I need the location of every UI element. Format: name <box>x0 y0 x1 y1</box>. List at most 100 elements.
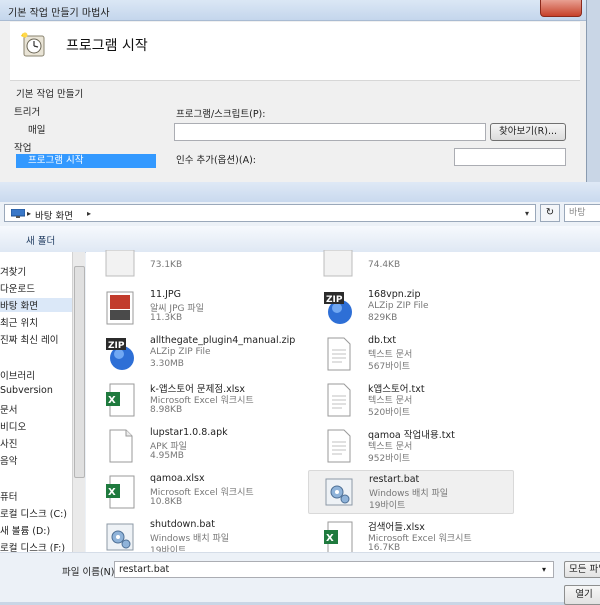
zip-file-icon: ZIP <box>324 292 352 324</box>
nav-item-drive-c[interactable]: 로컬 디스크 (C:) <box>0 506 67 520</box>
file-size: 11.3KB <box>150 313 183 323</box>
nav-item-computer[interactable]: 퓨터 <box>0 489 17 503</box>
file-name: db.txt <box>368 335 397 346</box>
file-name: 11.JPG <box>150 289 182 300</box>
file-size: 19바이트 <box>369 501 406 511</box>
chevron-right-icon[interactable]: ▸ <box>27 209 31 218</box>
filename-label: 파일 이름(N): <box>62 567 118 578</box>
refresh-button[interactable]: ↻ <box>540 204 560 222</box>
wizard-titlebar: 기본 작업 만들기 마법사 <box>0 0 586 21</box>
address-path[interactable]: 바탕 화면 <box>35 208 73 222</box>
nav-item-libraries[interactable]: 이브러리 <box>0 368 35 382</box>
step-create-basic-task[interactable]: 기본 작업 만들기 <box>16 86 83 100</box>
list-item[interactable]: db.txt 텍스트 문서 567바이트 <box>308 332 514 376</box>
list-item[interactable]: lupstar1.0.8.apk APK 파일 4.95MB <box>90 424 290 468</box>
scrollbar-thumb[interactable] <box>74 266 85 478</box>
file-open-dialog: ▸ 바탕 화면 ▸ ▾ ↻ 바탕 새 폴더 겨찾기 다운로드 바탕 화면 최근 … <box>0 182 600 605</box>
image-file-icon <box>323 250 353 277</box>
address-bar[interactable]: ▸ 바탕 화면 ▸ ▾ <box>4 204 536 222</box>
search-input[interactable]: 바탕 <box>564 204 600 222</box>
text-file-icon <box>327 383 351 417</box>
image-file-icon <box>105 250 135 277</box>
wizard-header: 프로그램 시작 <box>10 22 580 81</box>
step-daily[interactable]: 매일 <box>28 122 45 136</box>
chevron-right-icon[interactable]: ▸ <box>87 209 91 218</box>
program-script-label: 프로그램/스크립트(P): <box>176 109 266 120</box>
file-size: 3.30MB <box>150 359 184 369</box>
list-item-selected[interactable]: restart.bat Windows 배치 파일 19바이트 <box>308 470 514 514</box>
nav-item-downloads[interactable]: 다운로드 <box>0 281 35 295</box>
list-item[interactable]: k앱스토어.txt 텍스트 문서 520바이트 <box>308 378 514 422</box>
close-icon[interactable] <box>540 0 582 17</box>
nav-item-drive-d[interactable]: 새 볼륨 (D:) <box>0 523 50 537</box>
file-type: ALZip ZIP File <box>368 301 429 311</box>
browse-button[interactable]: 찾아보기(R)... <box>490 123 566 141</box>
file-name: shutdown.bat <box>150 519 215 530</box>
new-folder-button[interactable]: 새 폴더 <box>26 233 55 247</box>
file-size: 73.1KB <box>150 260 183 270</box>
list-item[interactable]: X k-앱스토어 문제점.xlsx Microsoft Excel 워크시트 8… <box>90 378 290 422</box>
step-action[interactable]: 작업 <box>14 140 31 154</box>
excel-file-icon: X <box>324 521 353 555</box>
nav-item-pictures[interactable]: 사진 <box>0 436 17 450</box>
list-item[interactable]: qamoa 작업내용.txt 텍스트 문서 952바이트 <box>308 424 514 468</box>
navigation-scrollbar[interactable] <box>72 252 85 552</box>
dialog-footer: 파일 이름(N): restart.bat ▾ 모든 파일 열기 <box>0 552 600 605</box>
nav-item-desktop[interactable]: 바탕 화면 <box>0 298 72 312</box>
list-item[interactable]: X qamoa.xlsx Microsoft Excel 워크시트 10.8KB <box>90 470 290 514</box>
batch-file-icon <box>325 478 353 506</box>
nav-item-favorites[interactable]: 겨찾기 <box>0 264 26 278</box>
nav-item-recent-places[interactable]: 최근 위치 <box>0 315 38 329</box>
file-name: qamoa.xlsx <box>150 473 205 484</box>
svg-text:X: X <box>108 395 116 406</box>
dialog-titlebar <box>0 182 600 202</box>
file-size: 520바이트 <box>368 408 411 418</box>
text-file-icon <box>327 429 351 463</box>
blank-file-icon <box>109 429 133 463</box>
step-start-program[interactable]: 프로그램 시작 <box>16 154 156 168</box>
file-size: 567바이트 <box>368 362 411 372</box>
batch-file-icon <box>106 523 134 551</box>
list-item[interactable]: 73.1KB <box>90 242 290 286</box>
arguments-label: 인수 추가(옵션)(A): <box>176 155 256 166</box>
arguments-input[interactable] <box>454 148 566 166</box>
svg-text:X: X <box>108 487 116 498</box>
file-name: lupstar1.0.8.apk <box>150 427 228 438</box>
open-button[interactable]: 열기 <box>564 585 600 605</box>
wizard-steps: 기본 작업 만들기 트리거 매일 작업 프로그램 시작 <box>10 82 160 182</box>
nav-item-documents[interactable]: 문서 <box>0 402 17 416</box>
list-item[interactable]: 11.JPG 알씨 JPG 파일 11.3KB <box>90 286 290 330</box>
wizard-title: 기본 작업 만들기 마법사 <box>8 8 110 19</box>
list-item[interactable]: 74.4KB <box>308 242 514 286</box>
nav-item-music[interactable]: 음악 <box>0 453 17 467</box>
clock-icon <box>21 32 45 57</box>
nav-item-videos[interactable]: 비디오 <box>0 419 26 433</box>
file-name: allthegate_plugin4_manual.zip <box>150 335 296 346</box>
file-name: restart.bat <box>369 474 420 485</box>
file-name: 168vpn.zip <box>368 289 421 300</box>
excel-file-icon: X <box>106 383 135 417</box>
step-trigger[interactable]: 트리거 <box>14 104 40 118</box>
chevron-down-icon[interactable]: ▾ <box>542 565 546 574</box>
desktop-icon <box>11 209 25 218</box>
file-type-filter[interactable]: 모든 파일 <box>564 561 600 578</box>
list-item[interactable]: ZIP 168vpn.zip ALZip ZIP File 829KB <box>308 286 514 330</box>
filename-input[interactable]: restart.bat <box>114 561 554 578</box>
task-wizard-window: 기본 작업 만들기 마법사 프로그램 시작 기본 작업 만들기 트리거 매일 작… <box>0 0 587 182</box>
svg-text:ZIP: ZIP <box>108 341 125 351</box>
svg-text:X: X <box>326 533 334 544</box>
chevron-down-icon[interactable]: ▾ <box>525 209 529 218</box>
jpg-file-icon <box>106 291 134 325</box>
program-script-input[interactable] <box>174 123 486 141</box>
list-item[interactable]: ZIP allthegate_plugin4_manual.zip ALZip … <box>90 332 295 376</box>
navigation-pane: 겨찾기 다운로드 바탕 화면 최근 위치 진짜 최신 레이 이브러리 Subve… <box>0 252 72 554</box>
file-size: 8.98KB <box>150 405 183 415</box>
file-type: ALZip ZIP File <box>150 347 211 357</box>
svg-text:ZIP: ZIP <box>326 295 343 305</box>
nav-item-latest[interactable]: 진짜 최신 레이 <box>0 332 58 346</box>
file-size: 4.95MB <box>150 451 184 461</box>
zip-file-icon: ZIP <box>106 338 134 370</box>
wizard-header-title: 프로그램 시작 <box>66 38 148 54</box>
nav-item-subversion[interactable]: Subversion <box>0 385 53 396</box>
file-size: 829KB <box>368 313 398 323</box>
